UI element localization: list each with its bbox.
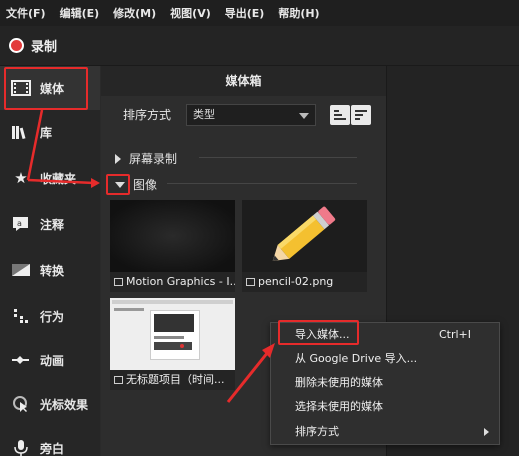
arrow-line — [27, 178, 95, 185]
arrow-line — [26, 109, 44, 181]
arrow-line — [226, 351, 270, 403]
annotation-arrows — [26, 109, 275, 403]
arrow-head — [91, 178, 100, 188]
